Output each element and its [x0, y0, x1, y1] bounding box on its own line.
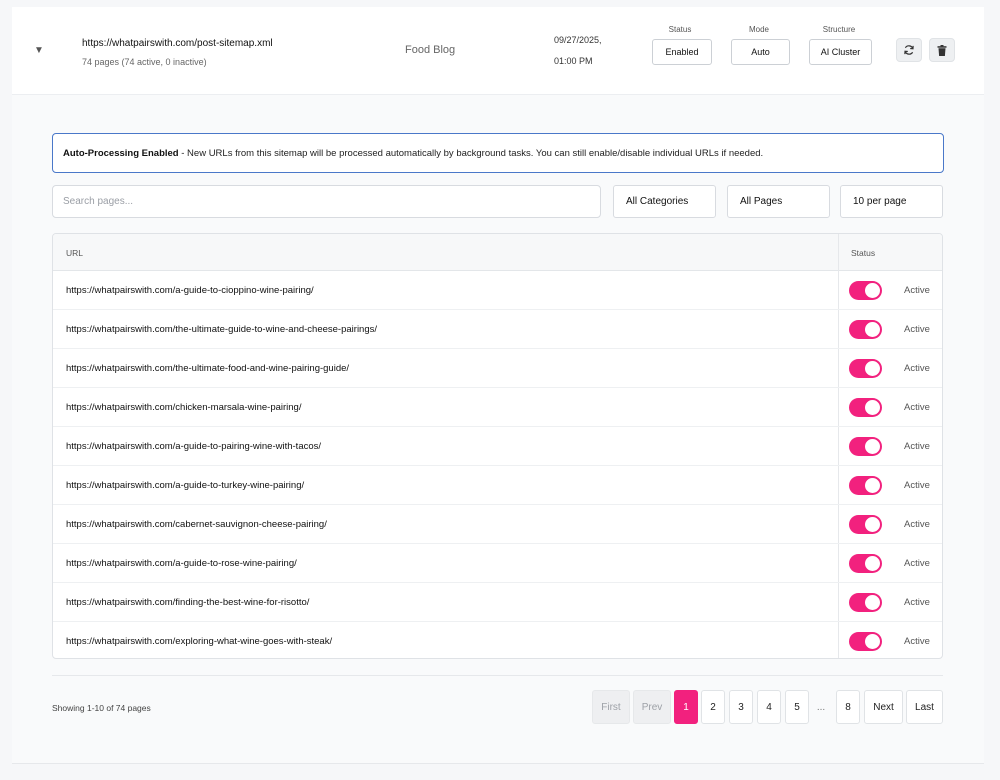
- row-status: Active: [904, 558, 930, 569]
- row-url[interactable]: https://whatpairswith.com/a-guide-to-pai…: [66, 441, 321, 452]
- refresh-icon: [904, 45, 914, 55]
- row-url[interactable]: https://whatpairswith.com/finding-the-be…: [66, 597, 309, 608]
- pagination-summary: Showing 1-10 of 74 pages: [52, 703, 151, 713]
- structure-label: Structure: [822, 25, 856, 34]
- status-label: Status: [668, 25, 692, 34]
- row-status: Active: [904, 324, 930, 335]
- table-row: https://whatpairswith.com/a-guide-to-ros…: [53, 544, 942, 583]
- table-row: https://whatpairswith.com/finding-the-be…: [53, 583, 942, 622]
- pagination-last-button[interactable]: Last: [906, 690, 943, 724]
- row-status: Active: [904, 402, 930, 413]
- pagination-next-button[interactable]: Next: [864, 690, 903, 724]
- sitemap-time: 01:00 PM: [554, 56, 593, 66]
- mode-select[interactable]: Auto: [731, 39, 790, 65]
- status-toggle[interactable]: [849, 281, 882, 300]
- row-status: Active: [904, 480, 930, 491]
- refresh-button[interactable]: [896, 38, 922, 62]
- row-status: Active: [904, 636, 930, 647]
- search-input[interactable]: [52, 185, 601, 218]
- status-toggle[interactable]: [849, 515, 882, 534]
- trash-icon: [937, 44, 947, 56]
- row-url[interactable]: https://whatpairswith.com/a-guide-to-tur…: [66, 480, 304, 491]
- auto-processing-notice: Auto-Processing Enabled - New URLs from …: [52, 133, 944, 173]
- chevron-down-icon[interactable]: ▼: [34, 45, 44, 56]
- row-status: Active: [904, 363, 930, 374]
- status-toggle[interactable]: [849, 554, 882, 573]
- row-status: Active: [904, 441, 930, 452]
- per-page-select[interactable]: 10 per page: [840, 185, 943, 218]
- pages-table: URL Status https://whatpairswith.com/a-g…: [52, 233, 943, 659]
- table-row: https://whatpairswith.com/a-guide-to-pai…: [53, 427, 942, 466]
- status-select[interactable]: Enabled: [652, 39, 712, 65]
- row-url[interactable]: https://whatpairswith.com/exploring-what…: [66, 636, 332, 647]
- table-row: https://whatpairswith.com/exploring-what…: [53, 622, 942, 658]
- row-url[interactable]: https://whatpairswith.com/cabernet-sauvi…: [66, 519, 327, 530]
- pagination-prev-button[interactable]: Prev: [633, 690, 671, 724]
- sitemap-row: ▼ https://whatpairswith.com/post-sitemap…: [12, 7, 984, 95]
- table-row: https://whatpairswith.com/the-ultimate-f…: [53, 349, 942, 388]
- pagination-page-button[interactable]: 5: [785, 690, 809, 724]
- column-header-status: Status: [851, 248, 876, 258]
- sitemap-category: Food Blog: [405, 44, 456, 56]
- notice-title: Auto-Processing Enabled: [63, 148, 179, 159]
- row-url[interactable]: https://whatpairswith.com/chicken-marsal…: [66, 402, 301, 413]
- notice-text: - New URLs from this sitemap will be pro…: [178, 148, 764, 159]
- status-toggle[interactable]: [849, 593, 882, 612]
- pagination-page-button[interactable]: 4: [757, 690, 781, 724]
- table-row: https://whatpairswith.com/a-guide-to-tur…: [53, 466, 942, 505]
- row-url[interactable]: https://whatpairswith.com/the-ultimate-g…: [66, 324, 377, 335]
- structure-select[interactable]: AI Cluster: [809, 39, 872, 65]
- row-status: Active: [904, 285, 930, 296]
- row-url[interactable]: https://whatpairswith.com/a-guide-to-cio…: [66, 285, 314, 296]
- status-toggle[interactable]: [849, 476, 882, 495]
- status-toggle[interactable]: [849, 632, 882, 651]
- status-toggle[interactable]: [849, 320, 882, 339]
- sitemap-page-count: 74 pages (74 active, 0 inactive): [82, 57, 207, 67]
- status-toggle[interactable]: [849, 359, 882, 378]
- table-row: https://whatpairswith.com/chicken-marsal…: [53, 388, 942, 427]
- table-row: https://whatpairswith.com/a-guide-to-cio…: [53, 271, 942, 310]
- sitemap-date: 09/27/2025,: [554, 35, 602, 45]
- pagination-page-button[interactable]: 2: [701, 690, 725, 724]
- pagination-page-button[interactable]: 8: [836, 690, 860, 724]
- table-header: URL Status: [53, 234, 942, 271]
- pagination-page-button[interactable]: 1: [674, 690, 698, 724]
- table-row: https://whatpairswith.com/the-ultimate-g…: [53, 310, 942, 349]
- column-header-url: URL: [66, 248, 84, 258]
- status-toggle[interactable]: [849, 398, 882, 417]
- row-url[interactable]: https://whatpairswith.com/a-guide-to-ros…: [66, 558, 297, 569]
- pagination-page-button[interactable]: 3: [729, 690, 753, 724]
- footer-divider: [52, 675, 943, 676]
- delete-button[interactable]: [929, 38, 955, 62]
- pages-filter-select[interactable]: All Pages: [727, 185, 830, 218]
- mode-label: Mode: [748, 25, 769, 34]
- row-status: Active: [904, 597, 930, 608]
- pagination-first-button[interactable]: First: [592, 690, 630, 724]
- sitemap-url: https://whatpairswith.com/post-sitemap.x…: [82, 38, 273, 49]
- row-status: Active: [904, 519, 930, 530]
- pagination-ellipsis: ...: [816, 701, 826, 713]
- category-filter-select[interactable]: All Categories: [613, 185, 716, 218]
- row-url[interactable]: https://whatpairswith.com/the-ultimate-f…: [66, 363, 349, 374]
- status-toggle[interactable]: [849, 437, 882, 456]
- table-row: https://whatpairswith.com/cabernet-sauvi…: [53, 505, 942, 544]
